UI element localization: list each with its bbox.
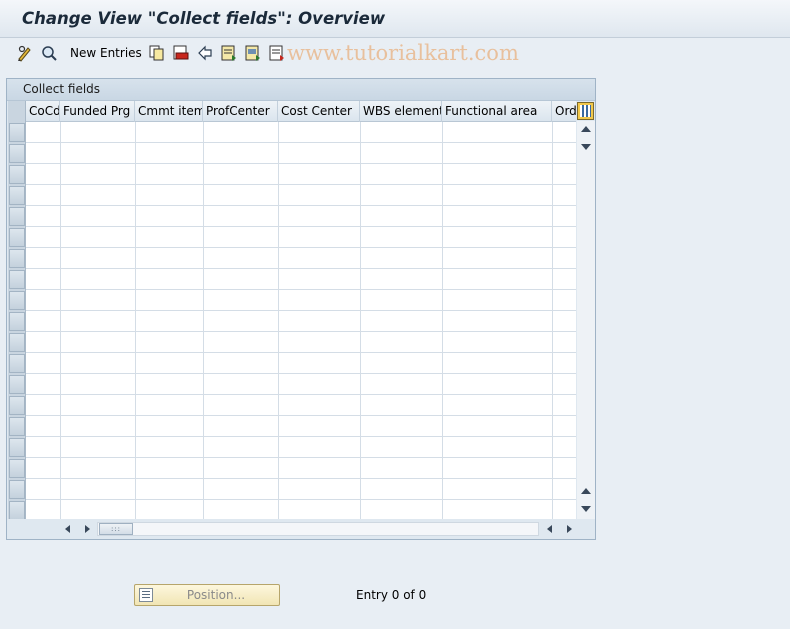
page-title: Change View "Collect fields": Overview — [22, 9, 386, 28]
column-divider — [552, 122, 553, 519]
table-grid: CoCd Funded Prg Cmmt item ProfCenter Cost Ce… — [8, 101, 576, 519]
column-header[interactable]: WBS element — [360, 101, 442, 122]
table-row — [26, 373, 576, 374]
select-all-icon[interactable] — [220, 44, 238, 62]
column-divider — [278, 122, 279, 519]
scroll-page-down-icon[interactable] — [581, 506, 591, 512]
row-selector[interactable] — [9, 375, 25, 394]
row-selector[interactable] — [9, 144, 25, 163]
row-selector[interactable] — [9, 123, 25, 142]
row-selector[interactable] — [9, 207, 25, 226]
new-entries-button[interactable]: New Entries — [70, 46, 142, 60]
row-selector[interactable] — [9, 459, 25, 478]
table-row — [26, 226, 576, 227]
column-header[interactable]: ProfCenter — [203, 101, 278, 122]
row-selector[interactable] — [9, 291, 25, 310]
row-selector[interactable] — [9, 354, 25, 373]
row-selector[interactable] — [9, 312, 25, 331]
table-settings-icon[interactable] — [577, 102, 594, 120]
row-selector[interactable] — [9, 228, 25, 247]
column-header[interactable]: Funded Prg — [60, 101, 135, 122]
scroll-up-icon[interactable] — [581, 126, 591, 132]
scroll-left-icon[interactable] — [65, 525, 70, 533]
scroll-down-icon[interactable] — [581, 144, 591, 150]
column-divider — [135, 122, 136, 519]
scroll-right-icon[interactable] — [85, 525, 90, 533]
row-selector[interactable] — [9, 270, 25, 289]
row-selector-column — [8, 101, 26, 519]
table-row — [26, 163, 576, 164]
column-header[interactable]: Cmmt item — [135, 101, 203, 122]
table-row — [26, 247, 576, 248]
table-row — [26, 142, 576, 143]
column-divider — [203, 122, 204, 519]
scroll-page-up-icon[interactable] — [581, 488, 591, 494]
horizontal-scrollbar[interactable]: ::: — [59, 521, 579, 537]
table-header: CoCd Funded Prg Cmmt item ProfCenter Cost Ce… — [8, 101, 576, 122]
column-header[interactable]: Functional area — [442, 101, 552, 122]
row-selector[interactable] — [9, 186, 25, 205]
table-row — [26, 331, 576, 332]
watermark: www.tutorialkart.com — [287, 41, 519, 65]
title-bar: Change View "Collect fields": Overview — [0, 0, 790, 38]
table-row — [26, 499, 576, 500]
column-header[interactable]: Order — [552, 101, 576, 122]
table-row — [26, 268, 576, 269]
row-selector[interactable] — [9, 333, 25, 352]
copy-icon[interactable] — [148, 44, 166, 62]
table-control: Collect fields CoCd Funded Prg Cmmt item Pr… — [6, 78, 596, 540]
row-selector[interactable] — [9, 438, 25, 457]
undo-icon[interactable] — [196, 44, 214, 62]
deselect-all-icon[interactable] — [268, 44, 286, 62]
table-row — [26, 184, 576, 185]
scroll-left-end-icon[interactable] — [547, 525, 552, 533]
column-divider — [60, 122, 61, 519]
row-selector[interactable] — [9, 501, 25, 519]
table-row — [26, 478, 576, 479]
table-row — [26, 352, 576, 353]
column-header[interactable]: Cost Center — [278, 101, 360, 122]
table-row — [26, 457, 576, 458]
row-selector[interactable] — [9, 165, 25, 184]
horizontal-scroll-track[interactable]: ::: — [97, 522, 539, 536]
horizontal-scroll-thumb[interactable]: ::: — [99, 523, 133, 535]
column-divider — [360, 122, 361, 519]
row-selector[interactable] — [9, 417, 25, 436]
row-selector[interactable] — [9, 249, 25, 268]
column-header[interactable]: CoCd — [26, 101, 60, 122]
table-title: Collect fields — [7, 79, 595, 101]
application-toolbar: New Entries www.tutorialkart.com — [0, 38, 790, 70]
select-block-icon[interactable] — [244, 44, 262, 62]
scroll-right-end-icon[interactable] — [567, 525, 572, 533]
position-button-label: Position... — [186, 588, 246, 602]
table-row — [26, 289, 576, 290]
row-selector[interactable] — [9, 480, 25, 499]
details-icon[interactable] — [40, 44, 58, 62]
column-divider — [442, 122, 443, 519]
row-selector[interactable] — [9, 396, 25, 415]
table-row — [26, 436, 576, 437]
table-row — [26, 415, 576, 416]
delete-icon[interactable] — [172, 44, 190, 62]
table-row — [26, 310, 576, 311]
position-button[interactable]: Position... — [134, 584, 280, 606]
display-change-icon[interactable] — [16, 44, 34, 62]
table-row — [26, 394, 576, 395]
entry-counter: Entry 0 of 0 — [356, 588, 427, 602]
table-row — [26, 205, 576, 206]
vertical-scrollbar[interactable] — [577, 121, 595, 519]
